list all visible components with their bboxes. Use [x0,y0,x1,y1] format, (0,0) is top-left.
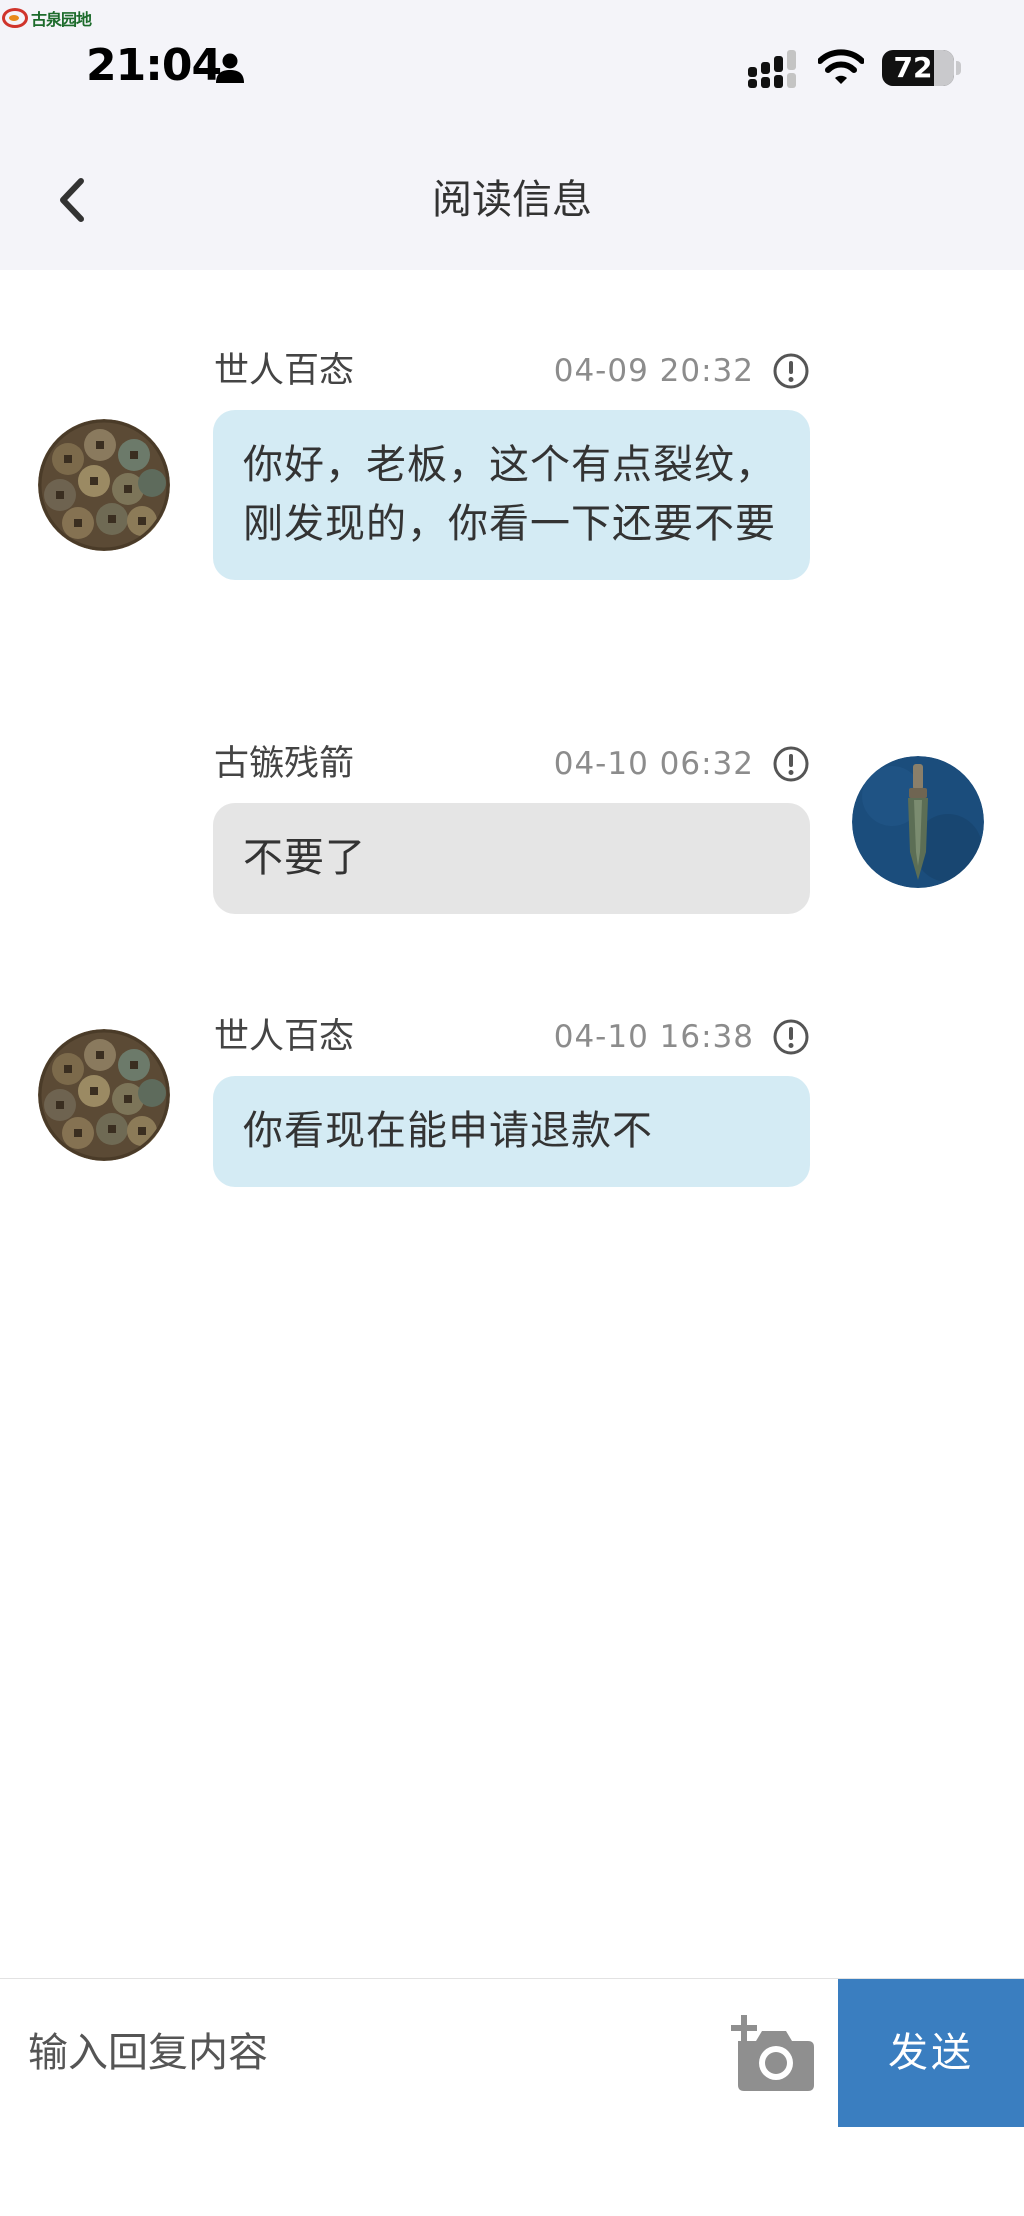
person-icon [216,53,244,83]
app-watermark-logo: 古泉园地 [2,6,92,30]
message-bubble: 不要了 [213,803,810,914]
send-button[interactable]: 发送 [838,1979,1024,2127]
report-alert-icon[interactable] [772,745,810,783]
arrowhead-avatar[interactable] [852,756,984,888]
message-sender: 世人百态 [214,1017,355,1057]
battery-cap [956,61,961,75]
cellular-signal-icon [748,50,796,88]
message-time: 04-10 06:32 [553,746,754,782]
message-time: 04-09 20:32 [553,353,754,389]
message-time: 04-10 16:38 [553,1019,754,1055]
report-alert-icon[interactable] [772,352,810,390]
wifi-icon [818,49,864,84]
camera-button[interactable] [730,2015,816,2091]
camera-add-icon [731,2015,814,2091]
status-time: 21:04 [86,40,222,91]
message-meta: 04-10 06:32 [554,742,810,786]
page-title: 阅读信息 [432,177,592,223]
watermark-text: 古泉园地 [31,10,92,29]
chevron-left-icon [60,178,84,222]
reply-input[interactable] [0,1979,700,2127]
message-sender: 古镞残箭 [214,744,355,784]
coins-avatar-image [38,1029,170,1161]
coins-avatar-image [38,419,170,551]
nav-bar: 阅读信息 [0,130,1024,270]
reply-bar: 发送 [0,1978,1024,2127]
message-bubble: 你好，老板，这个有点裂纹，刚发现的，你看一下还要不要 [213,410,810,580]
message-sender: 世人百态 [214,351,355,391]
battery-percent: 72 [893,51,933,84]
status-bar: 21:04 72 [0,0,1024,130]
coins-avatar[interactable] [38,1029,170,1161]
report-alert-icon[interactable] [772,1018,810,1056]
battery-icon: 72 [882,50,954,86]
watermark-emblem-icon [2,8,28,28]
arrowhead-avatar-image [852,756,984,888]
message-meta: 04-10 16:38 [554,1015,810,1059]
message-meta: 04-09 20:32 [554,349,810,393]
message-bubble: 你看现在能申请退款不 [213,1076,810,1187]
back-button[interactable] [44,172,100,228]
coins-avatar[interactable] [38,419,170,551]
